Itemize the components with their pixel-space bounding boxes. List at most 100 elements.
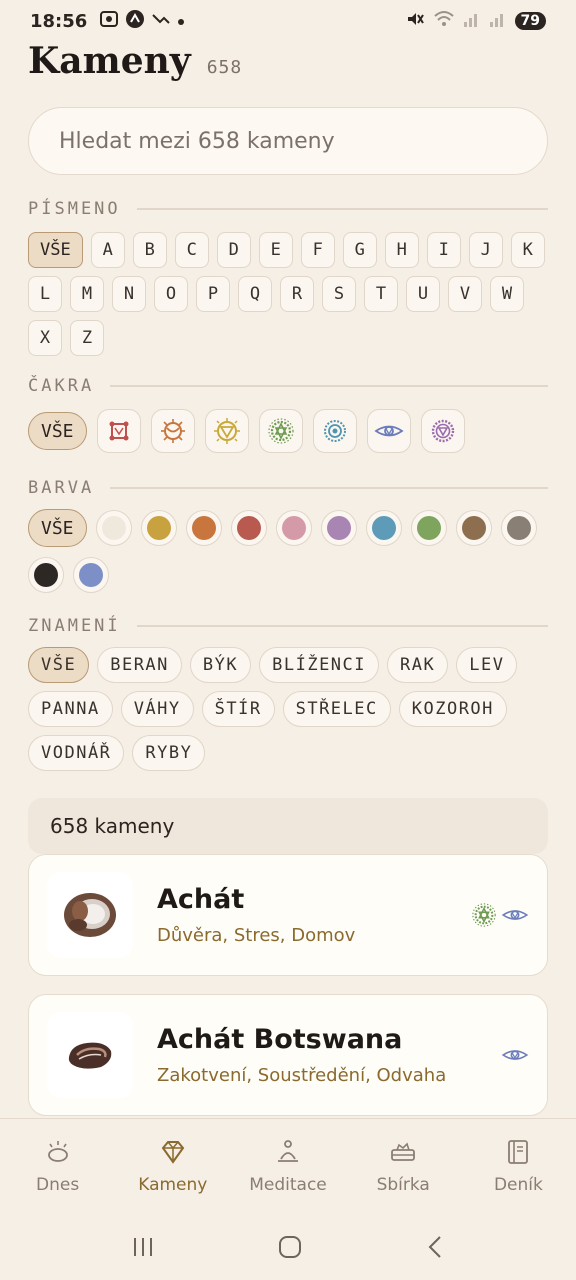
stone-name: Achát Botswana: [157, 1024, 403, 1055]
recent-apps-button[interactable]: [131, 1235, 155, 1263]
letter-chip[interactable]: Q: [238, 276, 272, 312]
more-notifications-dot: [177, 12, 185, 30]
color-swatch[interactable]: [140, 510, 177, 546]
solar-plexus-chakra-icon: [213, 418, 240, 444]
stone-tags: Zakotvení, Soustředění, Odvaha: [157, 1065, 447, 1086]
zodiac-chip[interactable]: VÁHY: [120, 691, 194, 727]
divider: [110, 385, 548, 387]
nav-label: Deník: [493, 1175, 543, 1195]
missed-call-icon: [151, 10, 171, 32]
letter-chip[interactable]: C: [174, 232, 209, 268]
collection-icon: [391, 1142, 416, 1161]
zodiac-chip[interactable]: STŘELEC: [282, 691, 391, 727]
letter-chip[interactable]: X: [28, 320, 62, 356]
letter-chip[interactable]: D: [216, 232, 251, 268]
letter-chip[interactable]: I: [426, 232, 461, 268]
nav-item-meditace[interactable]: Meditace: [230, 1119, 345, 1218]
letter-chip[interactable]: O: [154, 276, 188, 312]
nav-item-denik[interactable]: Deník: [461, 1119, 576, 1218]
letter-filter-section: PÍSMENO VŠE A B C D E F G H I J K L M N O P Q R S T U V W X Z: [28, 198, 548, 356]
color-swatch[interactable]: [73, 557, 109, 593]
heart-chakra-button[interactable]: [258, 409, 303, 453]
color-swatch[interactable]: [320, 510, 357, 546]
letter-chip[interactable]: P: [196, 276, 230, 312]
letter-chip[interactable]: V: [448, 276, 482, 312]
color-swatch[interactable]: [410, 510, 447, 546]
letter-chip[interactable]: N: [112, 276, 146, 312]
zodiac-chip-all[interactable]: VŠE: [28, 647, 90, 683]
letter-chip[interactable]: E: [258, 232, 293, 268]
bottom-navigation: Dnes Kameny Meditace Sbírka Deník: [0, 1118, 576, 1218]
zodiac-chip[interactable]: PANNA: [28, 691, 113, 727]
letter-chip[interactable]: T: [364, 276, 398, 312]
letter-filter-title: PÍSMENO: [28, 199, 121, 219]
zodiac-chip[interactable]: VODNÁŘ: [28, 735, 125, 771]
letter-chip[interactable]: K: [510, 232, 545, 268]
crown-chakra-button[interactable]: [420, 409, 465, 453]
letter-chip[interactable]: F: [300, 232, 335, 268]
recent-apps-icon: [134, 1238, 152, 1256]
nav-label: Dnes: [36, 1175, 80, 1195]
root-chakra-icon: [109, 421, 129, 441]
letter-chip[interactable]: Z: [70, 320, 104, 356]
nav-item-sbirka[interactable]: Sbírka: [346, 1119, 461, 1218]
third-eye-chakra-icon: [373, 425, 404, 437]
zodiac-chip[interactable]: BLÍŽENCI: [259, 647, 380, 683]
heart-chakra-icon: [472, 903, 496, 927]
letter-chip[interactable]: M: [70, 276, 104, 312]
zodiac-chip[interactable]: RAK: [387, 647, 449, 683]
color-swatch[interactable]: [95, 510, 132, 546]
search-input[interactable]: Hledat mezi 658 kameny: [28, 107, 548, 175]
zodiac-chip[interactable]: BÝK: [189, 647, 252, 683]
color-swatch[interactable]: [230, 510, 267, 546]
letter-chip[interactable]: A: [90, 232, 125, 268]
divider: [136, 208, 548, 210]
heart-chakra-icon: [267, 418, 294, 444]
color-dot: [326, 516, 351, 540]
third-eye-chakra-button[interactable]: [366, 409, 411, 453]
color-dot: [146, 516, 171, 540]
status-time: 18:56: [30, 10, 88, 32]
color-swatch[interactable]: [365, 510, 402, 546]
letter-chip[interactable]: J: [468, 232, 503, 268]
letter-chip[interactable]: L: [28, 276, 62, 312]
chakra-all-chip[interactable]: VŠE: [28, 412, 87, 450]
color-swatch[interactable]: [28, 557, 64, 593]
letter-chip[interactable]: H: [384, 232, 419, 268]
letter-chip[interactable]: S: [322, 276, 356, 312]
home-button[interactable]: [277, 1234, 303, 1264]
throat-chakra-button[interactable]: [312, 409, 357, 453]
back-button[interactable]: [425, 1235, 445, 1263]
color-dot: [79, 563, 103, 587]
zodiac-chip[interactable]: KOZOROH: [398, 691, 507, 727]
zodiac-chip[interactable]: ŠTÍR: [201, 691, 275, 727]
stone-card[interactable]: Achát Botswana Zakotvení, Soustředění, O…: [28, 994, 548, 1116]
third-eye-chakra-icon: [501, 910, 529, 920]
color-all-chip[interactable]: VŠE: [28, 509, 87, 547]
back-icon: [428, 1236, 441, 1258]
zodiac-chip[interactable]: BERAN: [97, 647, 182, 683]
stone-card[interactable]: Achát Důvěra, Stres, Domov: [28, 854, 548, 976]
nav-item-dnes[interactable]: Dnes: [0, 1119, 115, 1218]
stone-tags: Důvěra, Stres, Domov: [157, 925, 356, 946]
color-swatch[interactable]: [500, 510, 537, 546]
zodiac-chip[interactable]: LEV: [456, 647, 518, 683]
letter-chip[interactable]: R: [280, 276, 314, 312]
system-navigation: [0, 1218, 576, 1280]
letter-chip[interactable]: U: [406, 276, 440, 312]
letter-chip[interactable]: B: [132, 232, 167, 268]
letter-chip-all[interactable]: VŠE: [28, 232, 83, 268]
sacral-chakra-button[interactable]: [150, 409, 195, 453]
signal-icon-2: [489, 10, 507, 32]
color-swatch[interactable]: [185, 510, 222, 546]
root-chakra-button[interactable]: [96, 409, 141, 453]
color-swatch[interactable]: [275, 510, 312, 546]
letter-chip[interactable]: G: [342, 232, 377, 268]
nav-item-kameny[interactable]: Kameny: [115, 1119, 230, 1218]
color-swatch[interactable]: [455, 510, 492, 546]
letter-chip[interactable]: W: [490, 276, 524, 312]
solar-plexus-chakra-button[interactable]: [204, 409, 249, 453]
zodiac-chip[interactable]: RYBY: [132, 735, 206, 771]
divider: [110, 487, 548, 489]
page-header: Kameny 658: [28, 40, 242, 82]
